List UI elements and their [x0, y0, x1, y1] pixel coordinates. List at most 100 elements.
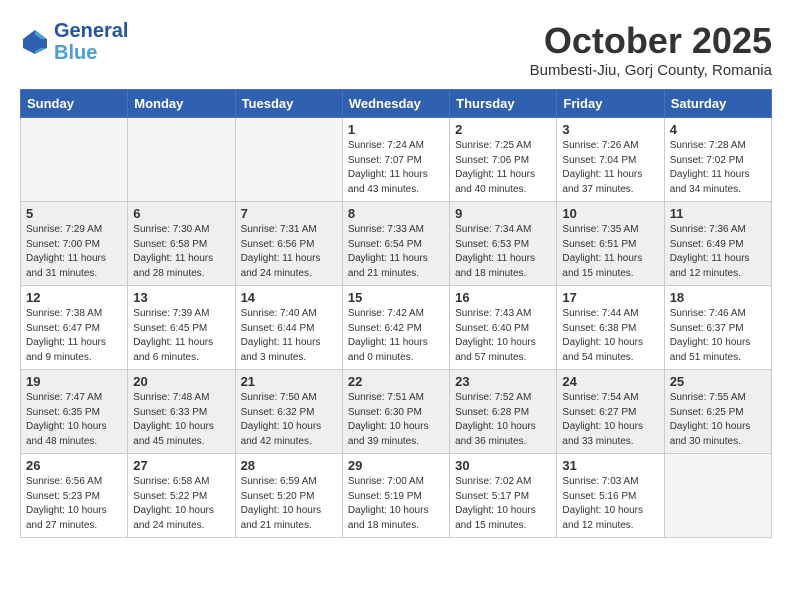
day-info: Sunrise: 6:58 AM Sunset: 5:22 PM Dayligh…	[133, 475, 229, 533]
calendar-cell: 15Sunrise: 7:42 AM Sunset: 6:42 PM Dayli…	[342, 286, 449, 370]
calendar-table: SundayMondayTuesdayWednesdayThursdayFrid…	[20, 89, 772, 538]
calendar-cell	[21, 118, 128, 202]
month-title: October 2025	[530, 20, 772, 62]
calendar-cell: 2 Sunrise: 7:25 AM Sunset: 7:06 PM Daylig…	[450, 118, 557, 202]
calendar-cell: 5 Sunrise: 7:29 AM Sunset: 7:00 PM Daylig…	[21, 202, 128, 286]
week-row-3: 12 Sunrise: 7:38 AM Sunset: 6:47 PM Dayli…	[21, 286, 772, 370]
calendar-cell: 4 Sunrise: 7:28 AM Sunset: 7:02 PM Daylig…	[664, 118, 771, 202]
day-number: 7	[241, 206, 337, 221]
day-number: 19	[26, 374, 122, 389]
calendar-cell: 8 Sunrise: 7:33 AM Sunset: 6:54 PM Daylig…	[342, 202, 449, 286]
day-number: 2	[455, 122, 551, 137]
calendar-cell: 24 Sunrise: 7:54 AM Sunset: 6:27 PM Dayli…	[557, 370, 664, 454]
calendar-cell: 31Sunrise: 7:03 AM Sunset: 5:16 PM Dayli…	[557, 454, 664, 538]
logo: General Blue	[20, 20, 128, 64]
day-info: Sunrise: 7:51 AM Sunset: 6:30 PM Dayligh…	[348, 391, 444, 449]
calendar-cell: 1 Sunrise: 7:24 AM Sunset: 7:07 PM Daylig…	[342, 118, 449, 202]
day-number: 9	[455, 206, 551, 221]
day-number: 13	[133, 290, 229, 305]
day-info: Sunrise: 7:25 AM Sunset: 7:06 PM Dayligh…	[455, 139, 551, 197]
day-info: Sunrise: 7:50 AM Sunset: 6:32 PM Dayligh…	[241, 391, 337, 449]
day-info: Sunrise: 7:29 AM Sunset: 7:00 PM Dayligh…	[26, 223, 122, 281]
day-info: Sunrise: 7:43 AM Sunset: 6:40 PM Dayligh…	[455, 307, 551, 365]
calendar-cell: 25Sunrise: 7:55 AM Sunset: 6:25 PM Dayli…	[664, 370, 771, 454]
day-info: Sunrise: 7:26 AM Sunset: 7:04 PM Dayligh…	[562, 139, 658, 197]
day-info: Sunrise: 7:40 AM Sunset: 6:44 PM Dayligh…	[241, 307, 337, 365]
weekday-header-tuesday: Tuesday	[235, 90, 342, 118]
week-row-1: 1 Sunrise: 7:24 AM Sunset: 7:07 PM Daylig…	[21, 118, 772, 202]
day-info: Sunrise: 7:03 AM Sunset: 5:16 PM Dayligh…	[562, 475, 658, 533]
calendar-cell: 3 Sunrise: 7:26 AM Sunset: 7:04 PM Daylig…	[557, 118, 664, 202]
day-info: Sunrise: 7:30 AM Sunset: 6:58 PM Dayligh…	[133, 223, 229, 281]
day-number: 14	[241, 290, 337, 305]
day-info: Sunrise: 7:38 AM Sunset: 6:47 PM Dayligh…	[26, 307, 122, 365]
day-number: 27	[133, 458, 229, 473]
calendar-cell	[664, 454, 771, 538]
day-number: 5	[26, 206, 122, 221]
calendar-cell	[235, 118, 342, 202]
calendar-cell: 10 Sunrise: 7:35 AM Sunset: 6:51 PM Dayli…	[557, 202, 664, 286]
day-info: Sunrise: 7:39 AM Sunset: 6:45 PM Dayligh…	[133, 307, 229, 365]
day-info: Sunrise: 7:33 AM Sunset: 6:54 PM Dayligh…	[348, 223, 444, 281]
day-info: Sunrise: 7:52 AM Sunset: 6:28 PM Dayligh…	[455, 391, 551, 449]
weekday-header-sunday: Sunday	[21, 90, 128, 118]
day-info: Sunrise: 7:46 AM Sunset: 6:37 PM Dayligh…	[670, 307, 766, 365]
day-number: 10	[562, 206, 658, 221]
calendar-cell: 19 Sunrise: 7:47 AM Sunset: 6:35 PM Dayli…	[21, 370, 128, 454]
calendar-cell: 9 Sunrise: 7:34 AM Sunset: 6:53 PM Daylig…	[450, 202, 557, 286]
day-number: 1	[348, 122, 444, 137]
day-info: Sunrise: 7:02 AM Sunset: 5:17 PM Dayligh…	[455, 475, 551, 533]
day-info: Sunrise: 7:24 AM Sunset: 7:07 PM Dayligh…	[348, 139, 444, 197]
calendar-cell: 7Sunrise: 7:31 AM Sunset: 6:56 PM Daylig…	[235, 202, 342, 286]
calendar-cell: 14 Sunrise: 7:40 AM Sunset: 6:44 PM Dayli…	[235, 286, 342, 370]
weekday-header-monday: Monday	[128, 90, 235, 118]
day-number: 21	[241, 374, 337, 389]
calendar-cell: 20Sunrise: 7:48 AM Sunset: 6:33 PM Dayli…	[128, 370, 235, 454]
calendar-cell: 27 Sunrise: 6:58 AM Sunset: 5:22 PM Dayli…	[128, 454, 235, 538]
day-number: 28	[241, 458, 337, 473]
weekday-header-thursday: Thursday	[450, 90, 557, 118]
day-info: Sunrise: 7:36 AM Sunset: 6:49 PM Dayligh…	[670, 223, 766, 281]
calendar-cell: 21 Sunrise: 7:50 AM Sunset: 6:32 PM Dayli…	[235, 370, 342, 454]
day-info: Sunrise: 7:54 AM Sunset: 6:27 PM Dayligh…	[562, 391, 658, 449]
day-number: 12	[26, 290, 122, 305]
calendar-cell: 28 Sunrise: 6:59 AM Sunset: 5:20 PM Dayli…	[235, 454, 342, 538]
day-info: Sunrise: 7:55 AM Sunset: 6:25 PM Dayligh…	[670, 391, 766, 449]
weekday-header-row: SundayMondayTuesdayWednesdayThursdayFrid…	[21, 90, 772, 118]
logo-icon	[20, 27, 50, 57]
calendar-cell: 16Sunrise: 7:43 AM Sunset: 6:40 PM Dayli…	[450, 286, 557, 370]
header: General Blue October 2025 Bumbesti-Jiu, …	[20, 20, 772, 79]
calendar-cell: 17 Sunrise: 7:44 AM Sunset: 6:38 PM Dayli…	[557, 286, 664, 370]
calendar-cell: 22 Sunrise: 7:51 AM Sunset: 6:30 PM Dayli…	[342, 370, 449, 454]
day-info: Sunrise: 7:28 AM Sunset: 7:02 PM Dayligh…	[670, 139, 766, 197]
calendar-cell: 6 Sunrise: 7:30 AM Sunset: 6:58 PM Daylig…	[128, 202, 235, 286]
calendar-cell: 23Sunrise: 7:52 AM Sunset: 6:28 PM Dayli…	[450, 370, 557, 454]
day-info: Sunrise: 7:00 AM Sunset: 5:19 PM Dayligh…	[348, 475, 444, 533]
calendar-cell: 29Sunrise: 7:00 AM Sunset: 5:19 PM Dayli…	[342, 454, 449, 538]
day-info: Sunrise: 6:56 AM Sunset: 5:23 PM Dayligh…	[26, 475, 122, 533]
day-number: 3	[562, 122, 658, 137]
logo-text: General Blue	[54, 20, 128, 64]
day-info: Sunrise: 7:34 AM Sunset: 6:53 PM Dayligh…	[455, 223, 551, 281]
day-info: Sunrise: 6:59 AM Sunset: 5:20 PM Dayligh…	[241, 475, 337, 533]
day-number: 17	[562, 290, 658, 305]
day-number: 24	[562, 374, 658, 389]
day-number: 8	[348, 206, 444, 221]
weekday-header-saturday: Saturday	[664, 90, 771, 118]
day-info: Sunrise: 7:47 AM Sunset: 6:35 PM Dayligh…	[26, 391, 122, 449]
day-number: 20	[133, 374, 229, 389]
calendar-cell: 30Sunrise: 7:02 AM Sunset: 5:17 PM Dayli…	[450, 454, 557, 538]
calendar-cell: 18Sunrise: 7:46 AM Sunset: 6:37 PM Dayli…	[664, 286, 771, 370]
day-number: 6	[133, 206, 229, 221]
day-info: Sunrise: 7:35 AM Sunset: 6:51 PM Dayligh…	[562, 223, 658, 281]
day-number: 11	[670, 206, 766, 221]
day-number: 22	[348, 374, 444, 389]
calendar-cell: 11 Sunrise: 7:36 AM Sunset: 6:49 PM Dayli…	[664, 202, 771, 286]
day-number: 26	[26, 458, 122, 473]
day-number: 4	[670, 122, 766, 137]
calendar-cell: 13 Sunrise: 7:39 AM Sunset: 6:45 PM Dayli…	[128, 286, 235, 370]
day-info: Sunrise: 7:44 AM Sunset: 6:38 PM Dayligh…	[562, 307, 658, 365]
weekday-header-friday: Friday	[557, 90, 664, 118]
week-row-2: 5 Sunrise: 7:29 AM Sunset: 7:00 PM Daylig…	[21, 202, 772, 286]
day-info: Sunrise: 7:42 AM Sunset: 6:42 PM Dayligh…	[348, 307, 444, 365]
